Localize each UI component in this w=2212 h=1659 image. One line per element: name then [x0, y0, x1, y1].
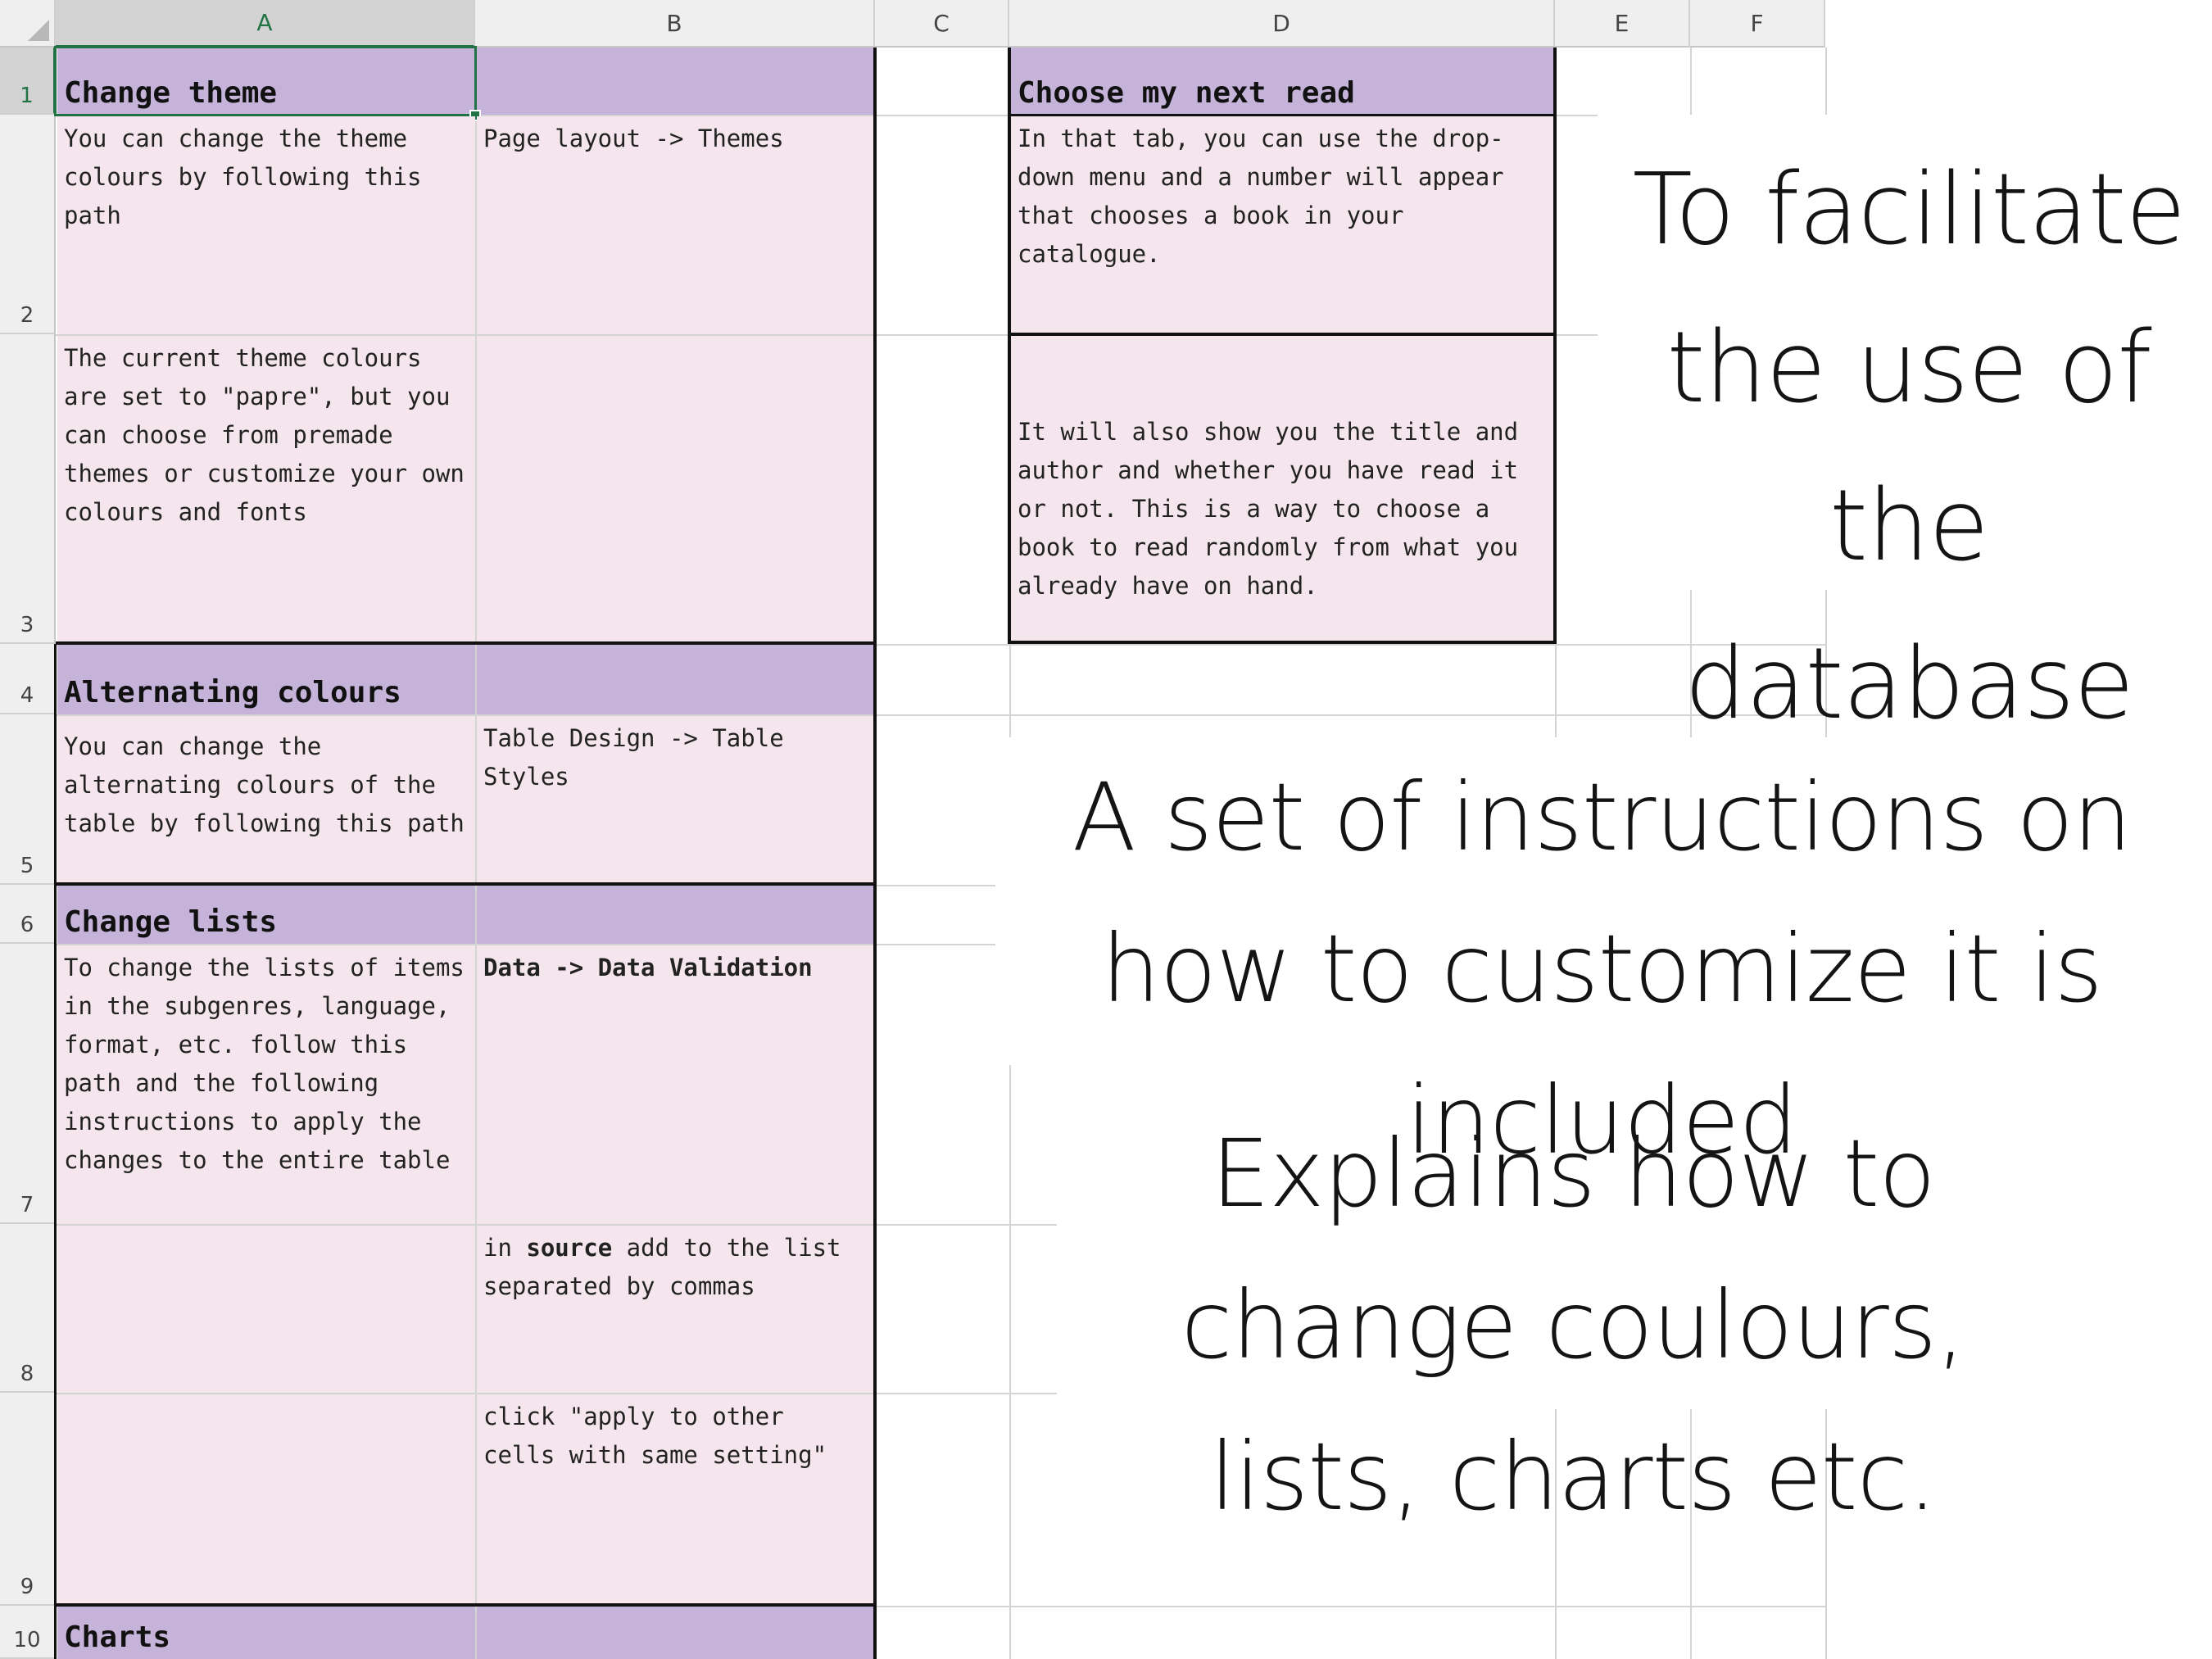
- cell-b4[interactable]: [477, 645, 875, 714]
- column-header-a[interactable]: A: [56, 0, 475, 48]
- cell-b3[interactable]: [477, 336, 875, 642]
- cell-b10[interactable]: [477, 1607, 875, 1659]
- column-header-b[interactable]: B: [475, 0, 875, 48]
- overlay-heading-facilitate: To facilitate the use of the database: [1632, 153, 2187, 741]
- cell-a10-charts[interactable]: Charts: [57, 1607, 475, 1659]
- cell-a4-alternating-colours[interactable]: Alternating colours: [57, 645, 475, 714]
- row-header-1[interactable]: 1: [0, 48, 56, 115]
- select-all-triangle-icon: [28, 20, 49, 41]
- cell-b7-text: Data -> Data Validation: [483, 954, 813, 981]
- cell-b8[interactable]: in source add to the list separated by c…: [477, 1226, 875, 1393]
- cell-b8-prefix: in: [483, 1234, 527, 1262]
- cell-a7[interactable]: To change the lists of items in the subg…: [57, 945, 475, 1224]
- row-header-4[interactable]: 4: [0, 644, 56, 714]
- cell-a9[interactable]: [57, 1394, 475, 1604]
- row-header-6[interactable]: 6: [0, 885, 56, 944]
- cell-b1[interactable]: [477, 48, 875, 115]
- column-header-f[interactable]: F: [1690, 0, 1825, 48]
- cell-a5[interactable]: You can change the alternating colours o…: [57, 716, 475, 885]
- overlay-explains-text: Explains how to change coulours, lists, …: [1181, 1119, 1966, 1531]
- column-header-d[interactable]: D: [1009, 0, 1555, 48]
- row-header-9[interactable]: 9: [0, 1393, 56, 1606]
- select-all-corner[interactable]: [0, 0, 56, 48]
- cell-a3[interactable]: The current theme colours are set to "pa…: [57, 336, 475, 642]
- column-header-e[interactable]: E: [1555, 0, 1690, 48]
- cell-b2[interactable]: Page layout -> Themes: [477, 116, 875, 334]
- cell-a6-change-lists[interactable]: Change lists: [57, 886, 475, 944]
- active-cell-a1: [54, 46, 477, 116]
- cell-a8[interactable]: [57, 1226, 475, 1393]
- row-header-10[interactable]: 10: [0, 1606, 56, 1659]
- cell-b8-source-keyword: source: [526, 1234, 613, 1262]
- row-header-2[interactable]: 2: [0, 115, 56, 334]
- d-block-border: [1008, 48, 1557, 644]
- cell-a2[interactable]: You can change the theme colours by foll…: [57, 116, 475, 334]
- cell-b7[interactable]: Data -> Data Validation: [477, 945, 875, 1224]
- border-col-a-left: [54, 644, 57, 1659]
- cell-b5[interactable]: Table Design -> Table Styles: [477, 716, 875, 885]
- border-d2-bottom: [1008, 333, 1557, 336]
- border-col-b-right: [873, 48, 877, 1659]
- row-header-8[interactable]: 8: [0, 1224, 56, 1393]
- cell-a4-text: Alternating colours: [64, 676, 401, 709]
- cell-a6-text: Change lists: [64, 905, 278, 939]
- cell-a10-text: Charts: [64, 1620, 171, 1654]
- column-header-c[interactable]: C: [875, 0, 1009, 48]
- border-d1-bottom: [1008, 114, 1557, 116]
- row-header-7[interactable]: 7: [0, 944, 56, 1224]
- row-header-3[interactable]: 3: [0, 334, 56, 644]
- cell-b6[interactable]: [477, 886, 875, 944]
- row-header-5[interactable]: 5: [0, 714, 56, 885]
- cell-b9[interactable]: click "apply to other cells with same se…: [477, 1394, 875, 1604]
